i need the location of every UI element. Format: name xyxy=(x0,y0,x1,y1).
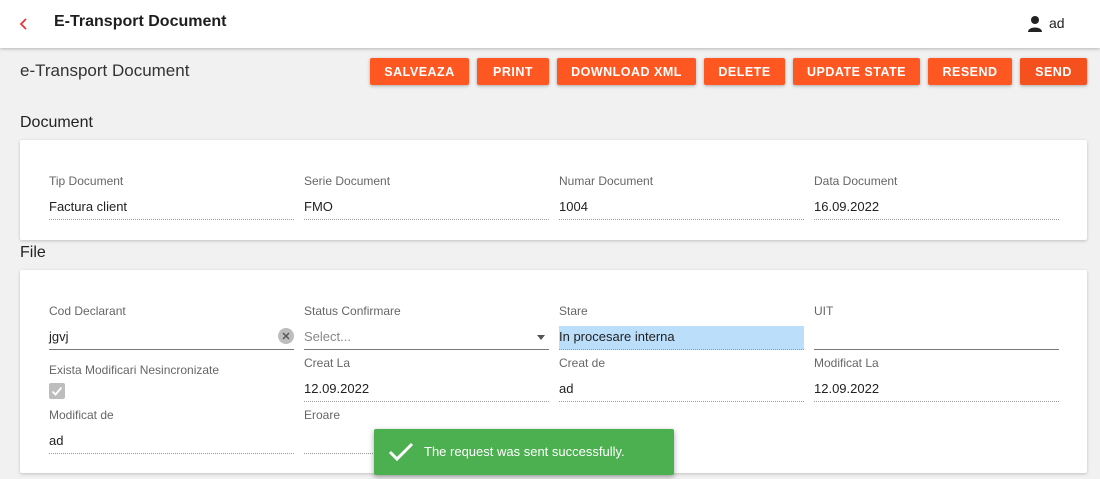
resend-button[interactable]: RESEND xyxy=(928,58,1012,85)
chevron-down-icon[interactable] xyxy=(537,335,545,340)
save-button[interactable]: SALVEAZA xyxy=(370,58,469,85)
toast-message: The request was sent successfully. xyxy=(424,444,625,459)
numar-document-value: 1004 xyxy=(559,196,804,220)
app-title: E-Transport Document xyxy=(54,13,227,30)
tip-document-label: Tip Document xyxy=(49,174,124,188)
data-document-value: 16.09.2022 xyxy=(814,196,1059,220)
update-state-button[interactable]: UPDATE STATE xyxy=(793,58,920,85)
clear-icon[interactable] xyxy=(278,328,294,344)
uit-label: UIT xyxy=(814,304,834,318)
top-app-bar: E-Transport Document ad xyxy=(0,0,1100,48)
data-document-label: Data Document xyxy=(814,174,898,188)
print-button[interactable]: PRINT xyxy=(477,58,549,85)
creat-de-value: ad xyxy=(559,378,804,402)
file-section-title: File xyxy=(20,244,46,261)
download-xml-button[interactable]: DOWNLOAD XML xyxy=(557,58,696,85)
cod-declarant-label: Cod Declarant xyxy=(49,304,126,318)
numar-document-label: Numar Document xyxy=(559,174,654,188)
send-button[interactable]: SEND xyxy=(1020,58,1087,85)
eroare-label: Eroare xyxy=(304,408,341,422)
success-toast[interactable]: The request was sent successfully. xyxy=(374,429,674,475)
cod-declarant-input[interactable]: jgvj xyxy=(49,326,294,350)
serie-document-value: FMO xyxy=(304,196,549,220)
status-confirmare-label: Status Confirmare xyxy=(304,304,401,318)
document-section-title: Document xyxy=(20,114,93,131)
creat-la-label: Creat La xyxy=(304,356,351,370)
status-confirmare-select[interactable]: Select... xyxy=(304,326,549,350)
page-title: e-Transport Document xyxy=(20,61,190,80)
stare-value[interactable]: In procesare interna xyxy=(559,326,804,350)
status-confirmare-placeholder: Select... xyxy=(304,329,351,344)
modificat-de-label: Modificat de xyxy=(49,408,114,422)
document-card: Tip Document Factura client Serie Docume… xyxy=(20,140,1087,240)
modificat-la-label: Modificat La xyxy=(814,356,879,370)
uit-input[interactable] xyxy=(814,326,1059,350)
check-icon xyxy=(388,440,414,464)
creat-la-value: 12.09.2022 xyxy=(304,378,549,402)
back-arrow-icon[interactable] xyxy=(14,12,34,36)
modificat-la-value: 12.09.2022 xyxy=(814,378,1059,402)
stare-label: Stare xyxy=(559,304,588,318)
modificat-de-value: ad xyxy=(49,430,294,454)
cod-declarant-value: jgvj xyxy=(49,329,69,344)
tip-document-value: Factura client xyxy=(49,196,294,220)
user-name[interactable]: ad xyxy=(1049,15,1065,31)
exista-modificari-label: Exista Modificari Nesincronizate xyxy=(49,363,220,377)
exista-modificari-checkbox[interactable] xyxy=(49,383,65,399)
serie-document-label: Serie Document xyxy=(304,174,391,188)
creat-de-label: Creat de xyxy=(559,356,606,370)
user-icon xyxy=(1027,15,1043,33)
delete-button[interactable]: DELETE xyxy=(704,58,785,85)
